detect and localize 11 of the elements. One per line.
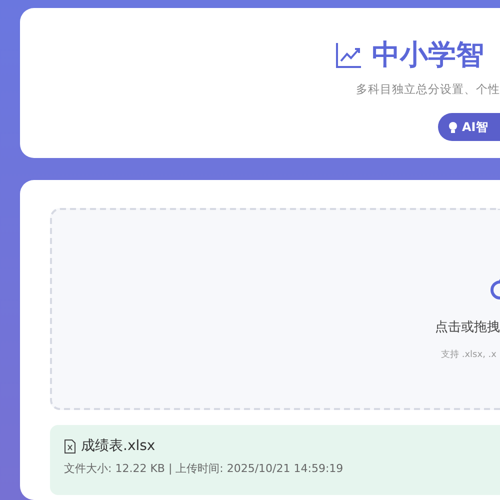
file-name: 成绩表.xlsx <box>81 437 156 455</box>
bulb-icon <box>448 120 458 134</box>
upload-prompt: 点击或拖拽 <box>435 319 500 336</box>
page-title: 中小学智 <box>372 37 484 73</box>
ai-button[interactable]: AI智 <box>438 113 500 141</box>
upload-dropzone[interactable]: 点击或拖拽 支持 .xlsx, .x <box>50 208 500 410</box>
file-meta: 文件大小: 12.22 KB | 上传时间: 2025/10/21 14:59:19 <box>64 461 344 476</box>
upload-hint: 支持 .xlsx, .x <box>441 348 496 361</box>
subtitle: 多科目独立总分设置、个性 <box>356 82 500 97</box>
excel-file-icon <box>64 438 76 454</box>
chart-line-icon <box>334 40 364 70</box>
